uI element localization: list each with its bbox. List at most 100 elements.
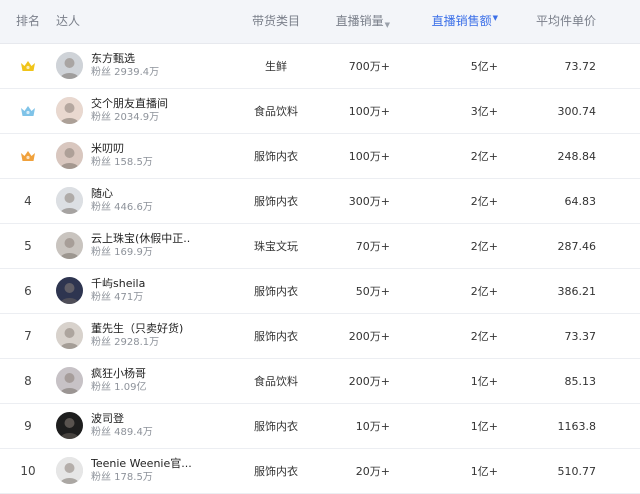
live-volume-cell: 100万+ [348,105,390,118]
influencer-info[interactable]: 交个朋友直播间 粉丝 2034.9万 [91,97,191,125]
avg-price-cell: 64.83 [564,194,597,208]
fans-count: 粉丝 2034.9万 [91,112,160,123]
category-cell: 生鲜 [265,59,287,73]
avatar-image[interactable] [56,187,83,214]
sort-down-icon[interactable]: ▼ [385,18,390,33]
table-row[interactable]: 9 波司登 粉丝 489.4万 服饰内衣 10万+ 1亿+ 1163.8 [0,404,640,449]
influencer-name[interactable]: Teenie Weenie官... [91,457,191,471]
bronze-medal-icon [21,151,35,161]
column-header-live-amount-label[interactable]: 直播销售额 [432,14,492,29]
avatar[interactable] [56,232,83,259]
avatar[interactable] [56,457,83,484]
live-volume-cell: 20万+ [355,465,390,478]
category-cell: 食品饮料 [254,374,298,388]
column-header-category: 带货类目 [250,0,302,43]
avatar-image[interactable] [56,142,83,169]
table-row[interactable]: 10 Teenie Weenie官... 粉丝 178.5万 服饰内衣 20万+ 1亿+ 5… [0,449,640,494]
live-volume-cell: 100万+ [348,150,390,163]
influencer-info[interactable]: 东方甄选 粉丝 2939.4万 [91,52,191,80]
influencer-info[interactable]: 云上珠宝(休假中正... 粉丝 169.9万 [91,232,191,260]
avatar[interactable] [56,277,83,304]
fans-count: 粉丝 446.6万 [91,202,153,213]
avatar-image[interactable] [56,322,83,349]
avatar[interactable] [56,322,83,349]
rank-number: 4 [24,194,32,208]
live-volume-cell: 50万+ [355,285,390,298]
rank-number: 7 [24,329,32,343]
live-volume-cell: 300万+ [348,195,390,208]
live-volume-cell: 700万+ [348,60,390,73]
rank-cell [14,134,42,178]
influencer-info[interactable]: 米叨叨 粉丝 158.5万 [91,142,191,170]
rank-number: 6 [24,284,32,298]
sort-down-icon[interactable]: ▼ [493,11,498,26]
avatar[interactable] [56,367,83,394]
live-amount-cell: 3亿+ [470,105,498,118]
live-amount-cell: 2亿+ [470,240,498,253]
live-amount-cell: 2亿+ [470,285,498,298]
avatar-image[interactable] [56,367,83,394]
fans-count: 粉丝 2939.4万 [91,67,160,78]
column-header-live-volume[interactable]: 直播销量 ▼ [328,0,390,43]
column-header-rank: 排名 [15,14,40,28]
influencer-name[interactable]: 随心 [91,187,191,201]
influencer-info[interactable]: Teenie Weenie官... 粉丝 178.5万 [91,457,191,485]
fans-count: 粉丝 169.9万 [91,247,153,258]
table-row[interactable]: 8 疯狂小杨哥 粉丝 1.09亿 食品饮料 200万+ 1亿+ 85.13 [0,359,640,404]
table-row[interactable]: 4 随心 粉丝 446.6万 服饰内衣 300万+ 2亿+ 64.83 [0,179,640,224]
influencer-name[interactable]: 云上珠宝(休假中正... [91,232,191,246]
live-amount-cell: 2亿+ [470,330,498,343]
table-header: 排名 达人 带货类目 直播销量 ▼ 直播销售额 ▼ 平均件单价 [0,0,640,44]
table-row[interactable]: 东方甄选 粉丝 2939.4万 生鲜 700万+ 5亿+ 73.72 [0,44,640,89]
table-row[interactable]: 米叨叨 粉丝 158.5万 服饰内衣 100万+ 2亿+ 248.84 [0,134,640,179]
influencer-name[interactable]: 交个朋友直播间 [91,97,191,111]
rank-cell: 8 [14,359,42,403]
influencer-info[interactable]: 疯狂小杨哥 粉丝 1.09亿 [91,367,191,395]
table-row[interactable]: 7 董先生（只卖好货) 粉丝 2928.1万 服饰内衣 200万+ 2亿+ 73.37 [0,314,640,359]
avatar-image[interactable] [56,232,83,259]
influencer-name[interactable]: 东方甄选 [91,52,191,66]
live-amount-cell: 1亿+ [470,375,498,388]
rank-cell: 10 [14,449,42,493]
influencer-info[interactable]: 千屿sheila 粉丝 471万 [91,277,191,305]
avatar-image[interactable] [56,97,83,124]
fans-count: 粉丝 1.09亿 [91,382,147,393]
category-cell: 服饰内衣 [254,149,298,163]
avatar-image[interactable] [56,457,83,484]
avatar-image[interactable] [56,52,83,79]
live-amount-cell: 1亿+ [470,465,498,478]
rank-cell: 9 [14,404,42,448]
category-cell: 服饰内衣 [254,464,298,478]
influencer-name[interactable]: 董先生（只卖好货) [91,322,191,336]
column-header-live-volume-label[interactable]: 直播销量 [336,14,384,29]
rank-cell: 4 [14,179,42,223]
influencer-name[interactable]: 疯狂小杨哥 [91,367,191,381]
column-header-live-amount[interactable]: 直播销售额 ▼ [415,0,498,43]
table-row[interactable]: 5 云上珠宝(休假中正... 粉丝 169.9万 珠宝文玩 70万+ 2亿+ 287.46 [0,224,640,269]
avatar[interactable] [56,187,83,214]
avatar[interactable] [56,97,83,124]
column-header-influencer: 达人 [56,14,81,28]
influencer-info[interactable]: 随心 粉丝 446.6万 [91,187,191,215]
avatar[interactable] [56,52,83,79]
avg-price-cell: 510.77 [557,464,597,478]
avatar[interactable] [56,412,83,439]
silver-medal-icon [21,106,35,116]
avatar[interactable] [56,142,83,169]
table-row[interactable]: 交个朋友直播间 粉丝 2034.9万 食品饮料 100万+ 3亿+ 300.74 [0,89,640,134]
influencer-info[interactable]: 董先生（只卖好货) 粉丝 2928.1万 [91,322,191,350]
avg-price-cell: 73.37 [564,329,597,343]
table-row[interactable]: 6 千屿sheila 粉丝 471万 服饰内衣 50万+ 2亿+ 386.21 [0,269,640,314]
category-cell: 珠宝文玩 [254,239,298,253]
live-volume-cell: 200万+ [348,330,390,343]
influencer-info[interactable]: 波司登 粉丝 489.4万 [91,412,191,440]
influencer-name[interactable]: 波司登 [91,412,191,426]
influencer-name[interactable]: 米叨叨 [91,142,191,156]
category-cell: 服饰内衣 [254,329,298,343]
avatar-image[interactable] [56,412,83,439]
avatar-image[interactable] [56,277,83,304]
rank-number: 8 [24,374,32,388]
influencer-name[interactable]: 千屿sheila [91,277,191,291]
avg-price-cell: 73.72 [564,59,597,73]
table-body: 东方甄选 粉丝 2939.4万 生鲜 700万+ 5亿+ 73.72 交个朋友直播间 粉丝 2… [0,44,640,494]
